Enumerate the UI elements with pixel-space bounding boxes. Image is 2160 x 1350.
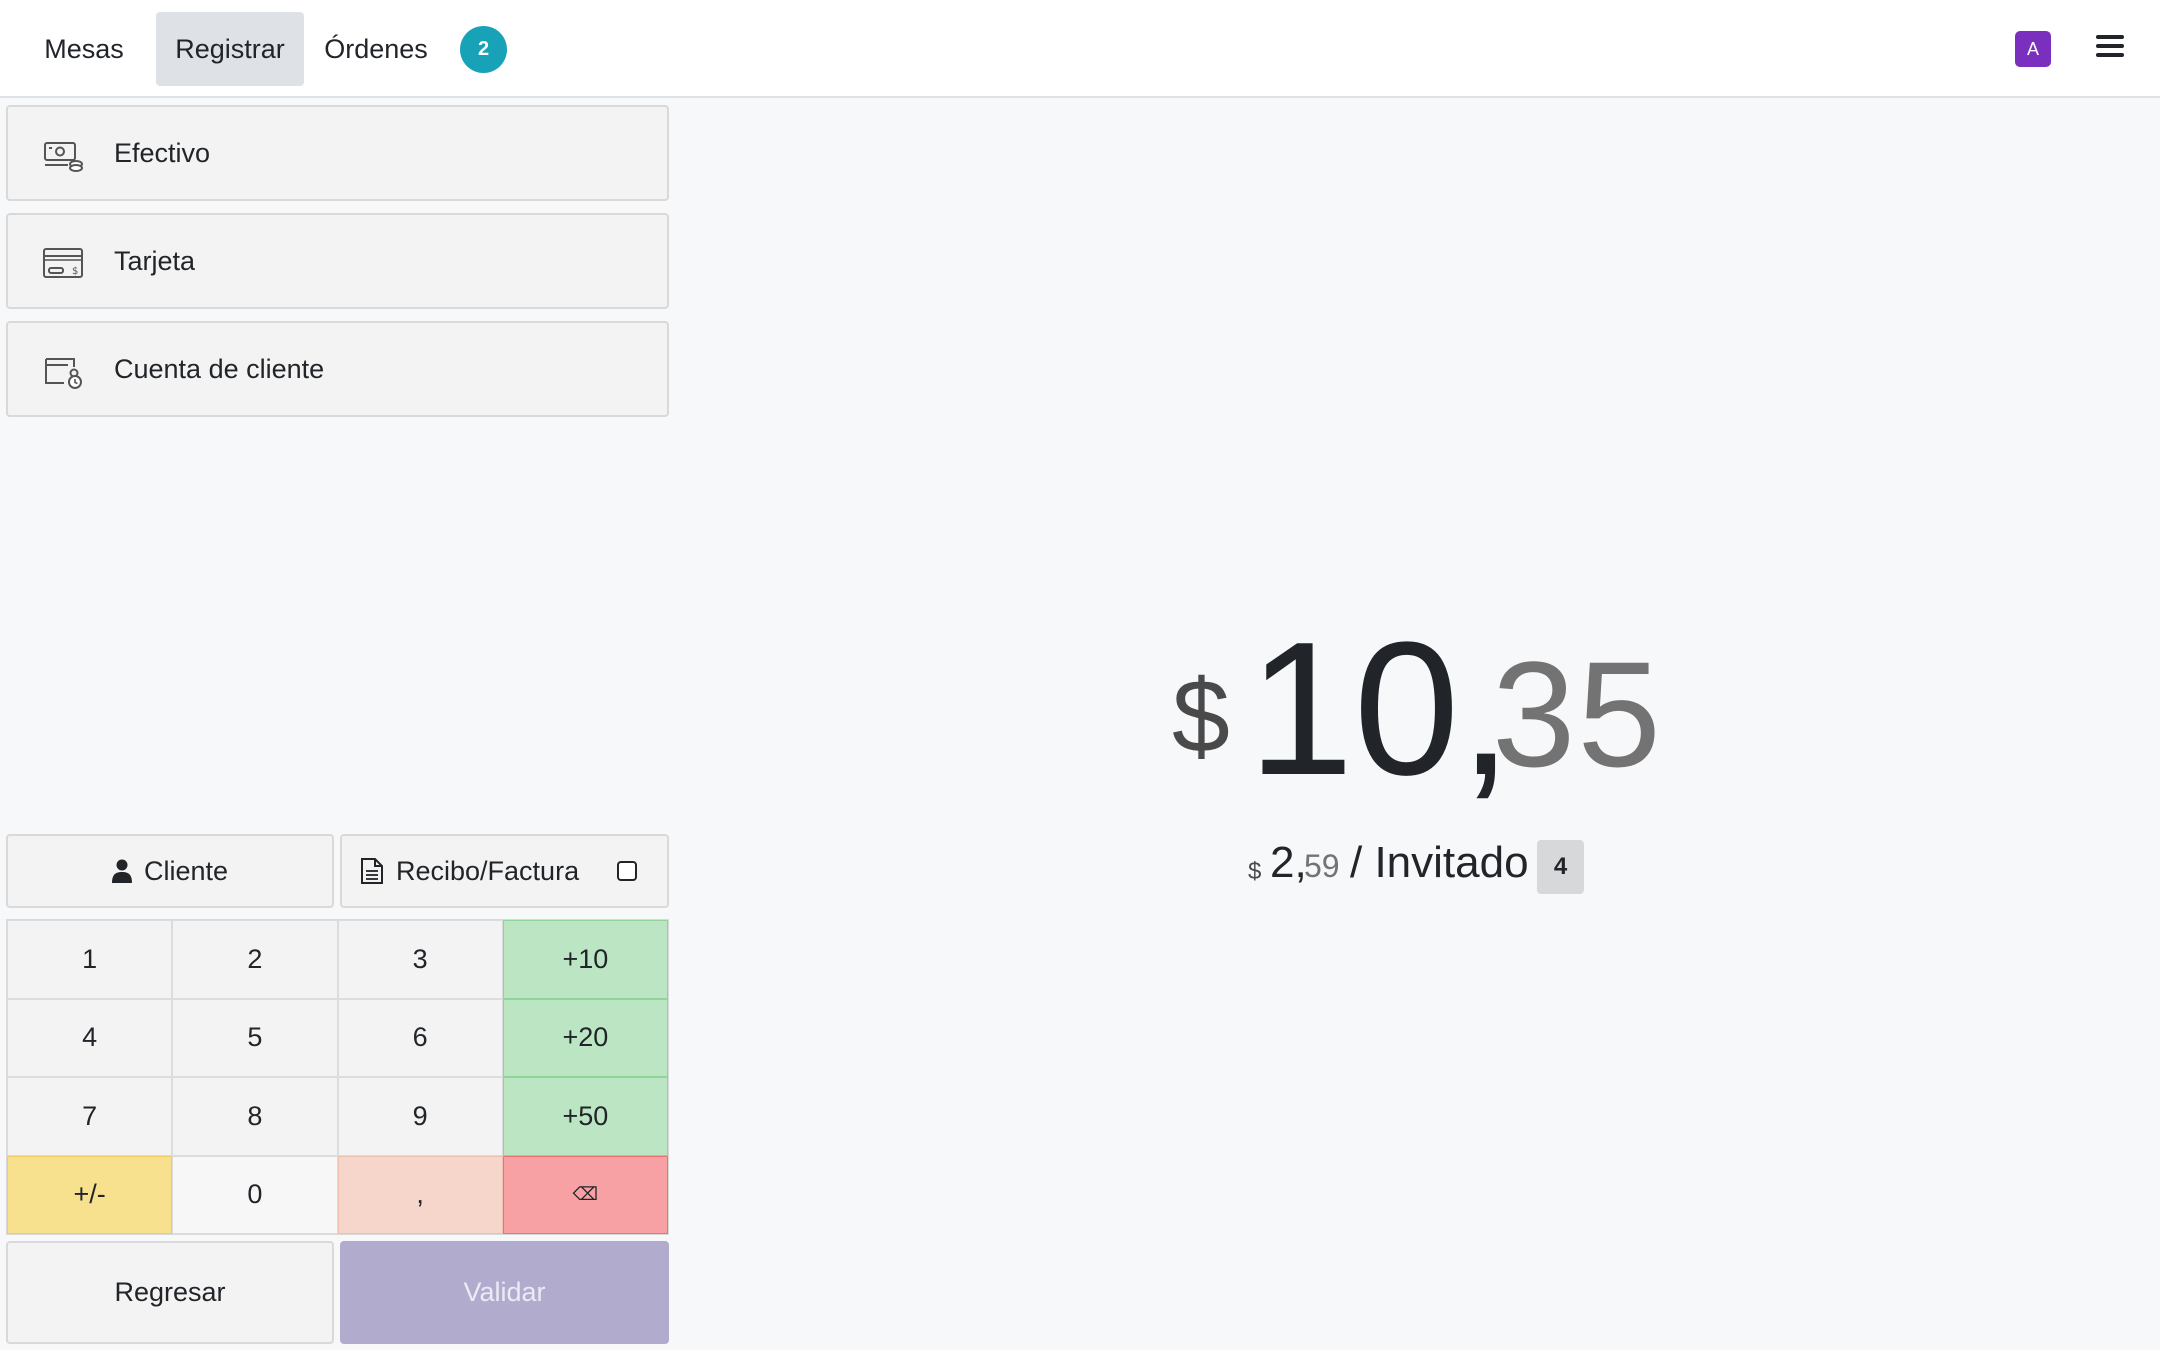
total-integer: 10, [1248, 603, 1513, 815]
document-icon [361, 858, 383, 884]
tab-registrar[interactable]: Registrar [156, 12, 304, 86]
top-navbar: Mesas Registrar Órdenes 2 A [0, 0, 2160, 98]
orders-count-badge[interactable]: 2 [460, 26, 507, 73]
validate-button[interactable]: Validar [340, 1241, 669, 1344]
numpad-key-plus-10[interactable]: +10 [502, 920, 668, 999]
per-guest-label: / Invitado [1350, 838, 1529, 887]
payment-method-label: Cuenta de cliente [114, 353, 325, 384]
payment-method-customer-account[interactable]: Cuenta de cliente [6, 321, 669, 417]
per-guest-decimals: 59 [1304, 848, 1340, 884]
invoice-button[interactable]: Recibo/Factura [340, 834, 669, 908]
backspace-icon[interactable]: ⌫ [502, 1155, 668, 1234]
back-button[interactable]: Regresar [6, 1241, 334, 1344]
numpad-key-plus-20[interactable]: +20 [502, 998, 668, 1077]
payment-method-card[interactable]: $ Tarjeta [6, 213, 669, 309]
numpad-key-6[interactable]: 6 [337, 998, 503, 1077]
numpad-key-4[interactable]: 4 [7, 998, 173, 1077]
numpad-key-decimal[interactable]: , [337, 1155, 503, 1234]
user-icon [111, 859, 132, 883]
numpad-key-9[interactable]: 9 [337, 1077, 503, 1156]
numpad-key-7[interactable]: 7 [7, 1077, 173, 1156]
hamburger-icon[interactable] [2096, 35, 2124, 61]
svg-text:$: $ [72, 266, 78, 277]
customer-account-icon [45, 358, 82, 389]
numpad-key-1[interactable]: 1 [7, 920, 173, 999]
payment-method-label: Efectivo [114, 137, 211, 168]
cash-icon [44, 142, 83, 172]
numpad-key-2[interactable]: 2 [172, 920, 338, 999]
payment-method-label: Tarjeta [114, 245, 196, 276]
tab-mesas[interactable]: Mesas [26, 12, 142, 86]
numpad-key-0[interactable]: 0 [172, 1155, 338, 1234]
invoice-checkbox[interactable] [617, 861, 637, 881]
numpad-key-8[interactable]: 8 [172, 1077, 338, 1156]
credit-card-icon: $ [43, 248, 83, 278]
numpad-key-sign-toggle[interactable]: +/- [7, 1155, 173, 1234]
numpad-key-5[interactable]: 5 [172, 998, 338, 1077]
numpad: 1 2 3 +10 4 5 6 +20 7 8 9 +50 +/- 0 , ⌫ [6, 919, 669, 1235]
customer-button[interactable]: Cliente [6, 834, 334, 908]
numpad-key-plus-50[interactable]: +50 [502, 1077, 668, 1156]
per-guest-integer: 2, [1270, 838, 1307, 887]
avatar[interactable]: A [2015, 31, 2051, 67]
payment-method-cash[interactable]: Efectivo [6, 105, 669, 201]
per-guest-currency-symbol: $ [1248, 858, 1262, 885]
total-currency-symbol: $ [1172, 659, 1230, 775]
guest-count-badge[interactable]: 4 [1537, 840, 1584, 894]
invoice-button-label: Recibo/Factura [396, 855, 580, 886]
tab-ordenes[interactable]: Órdenes [312, 12, 440, 86]
numpad-key-3[interactable]: 3 [337, 920, 503, 999]
total-decimals: 35 [1492, 630, 1663, 798]
customer-button-label: Cliente [143, 855, 229, 886]
